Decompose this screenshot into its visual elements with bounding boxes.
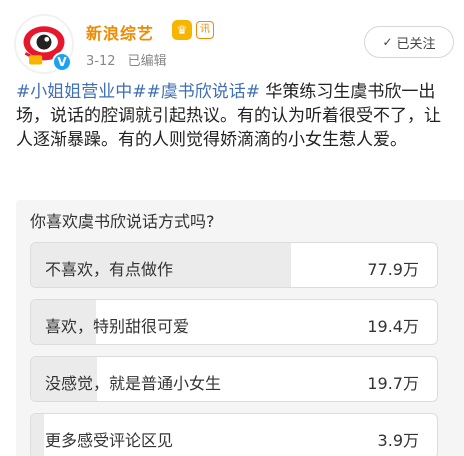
account-name[interactable]: 新浪综艺 [86,20,154,44]
post-meta: 3-12 已编辑 [86,50,175,69]
post-text: #小姐姐营业中##虞书欣说话# 华策练习生虞书欣一出场，说话的腔调就引起热议。有… [16,80,452,152]
poll-card: 你喜欢虞书欣说话方式吗? 不喜欢，有点做作 77.9万 喜欢，特别甜很可爱 19… [16,200,464,456]
poll-option-label: 喜欢，特别甜很可爱 [45,317,190,336]
post-header: V 新浪综艺 ♛ 讯 3-12 已编辑 ✓ 已关注 [0,0,464,80]
edited-label: 已编辑 [127,54,167,69]
poll-option-label: 不喜欢，有点做作 [45,260,174,279]
level-badge-icon: 讯 [196,21,214,39]
follow-button[interactable]: ✓ 已关注 [364,26,454,58]
post-date: 3-12 [86,54,116,69]
poll-option[interactable]: 喜欢，特别甜很可爱 19.4万 [30,299,438,345]
poll-option-count: 77.9万 [367,260,419,279]
check-icon: ✓ [382,35,393,49]
poll-option[interactable]: 更多感受评论区见 3.9万 [30,413,438,456]
poll-option[interactable]: 没感觉，就是普通小女生 19.7万 [30,356,438,402]
poll-option[interactable]: 不喜欢，有点做作 77.9万 [30,242,438,288]
poll-option-count: 3.9万 [377,431,419,450]
verified-icon: V [52,52,72,72]
poll-option-label: 更多感受评论区见 [45,431,174,450]
poll-option-bar [31,414,44,456]
crown-badge-icon: ♛ [172,20,192,40]
poll-option-count: 19.7万 [367,374,419,393]
poll-option-label: 没感觉，就是普通小女生 [45,374,222,393]
follow-label: 已关注 [396,36,436,52]
topic-link[interactable]: #虞书欣说话# [147,82,261,102]
topic-link[interactable]: #小姐姐营业中# [16,82,147,102]
poll-question: 你喜欢虞书欣说话方式吗? [30,212,215,231]
poll-option-count: 19.4万 [367,317,419,336]
